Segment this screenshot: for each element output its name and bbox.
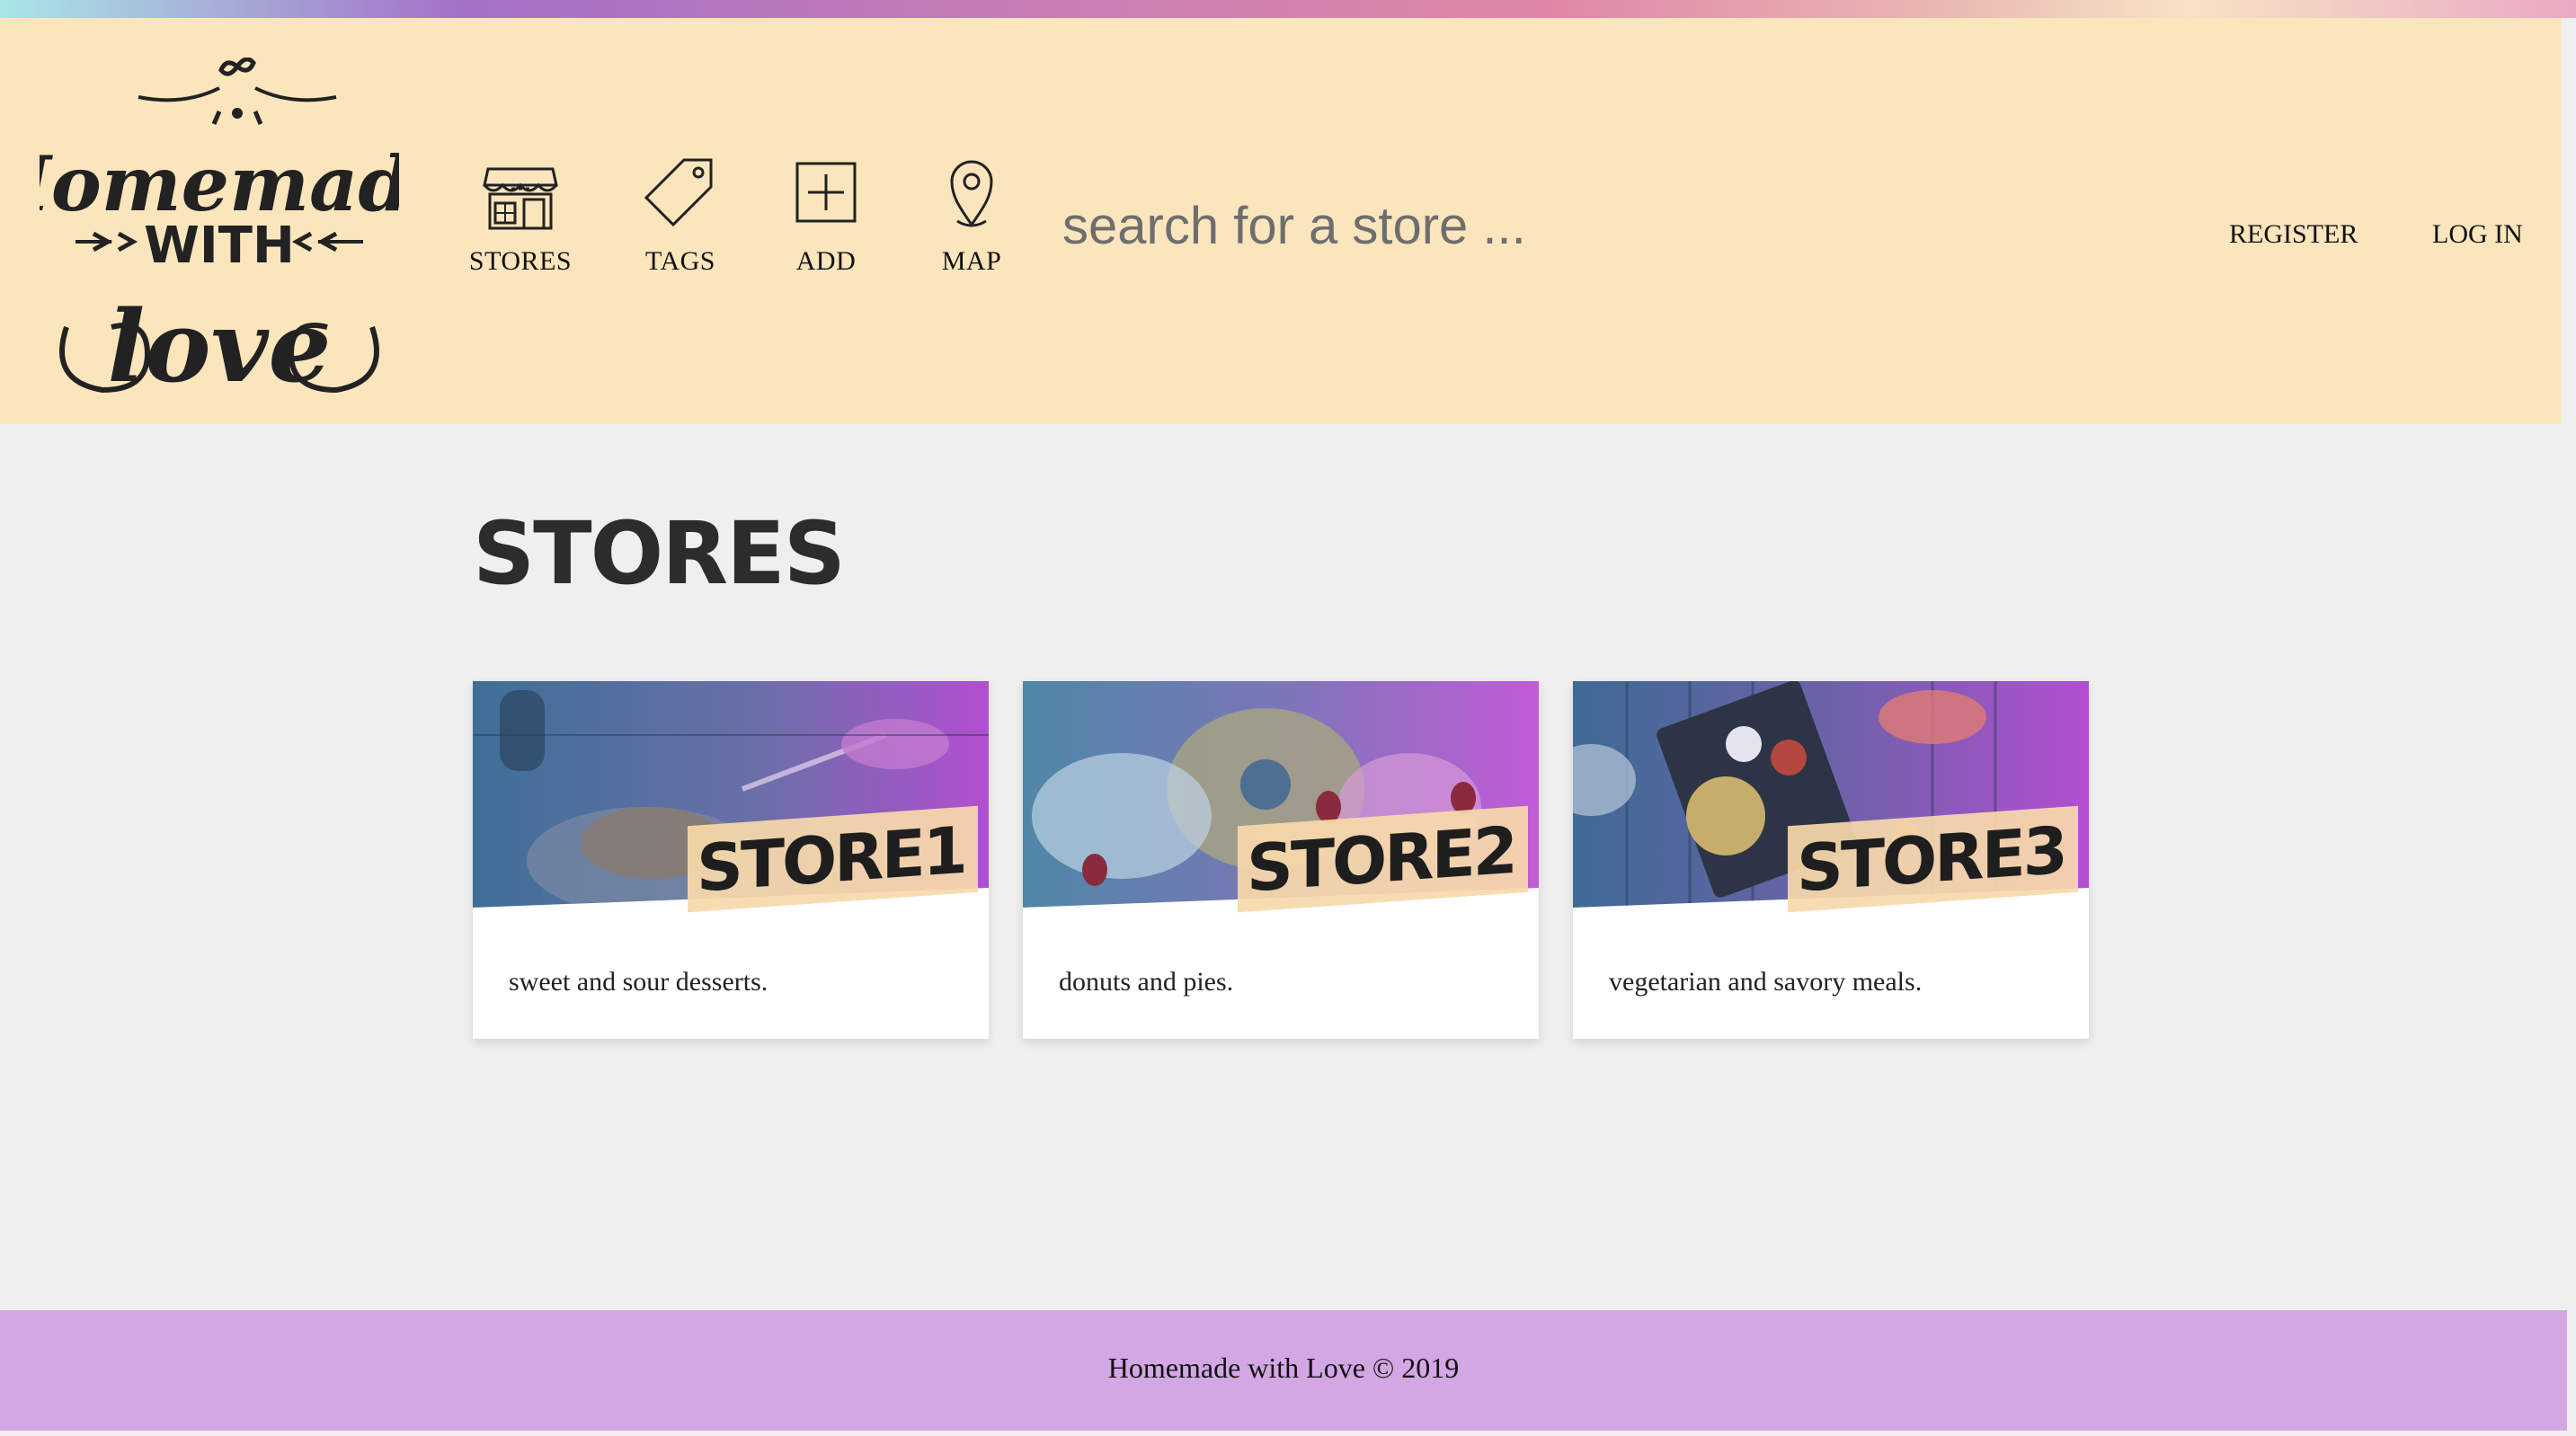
store-card-1[interactable]: STORE1 sweet and sour desserts. — [473, 681, 989, 1039]
nav-stores[interactable]: STORES — [453, 153, 588, 277]
search-input[interactable] — [1061, 189, 1873, 262]
page-title: STORES — [473, 503, 846, 604]
login-link[interactable]: LOG IN — [2432, 219, 2523, 250]
top-gradient-stripe — [0, 0, 2576, 18]
logo-text-love: love — [107, 288, 331, 399]
nav-add-label: ADD — [795, 246, 857, 276]
nav-tags[interactable]: TAGS — [613, 153, 748, 277]
nav-tags-label: TAGS — [645, 246, 715, 276]
logo-text-with: WITH — [144, 217, 295, 275]
store-card-description: donuts and pies. — [1059, 967, 1234, 997]
map-pin-icon — [904, 153, 1039, 239]
store-card-2[interactable]: STORE2 donuts and pies. — [1023, 681, 1539, 1039]
site-header: Homemade WITH love STORES — [0, 18, 2562, 424]
tag-icon — [613, 153, 748, 239]
store-card-description: vegetarian and savory meals. — [1609, 967, 1923, 997]
store-card-description: sweet and sour desserts. — [509, 967, 768, 997]
footer-copyright: Homemade with Love © 2019 — [1107, 1352, 1460, 1384]
nav-add[interactable]: ADD — [759, 153, 893, 277]
nav-stores-label: STORES — [468, 246, 573, 276]
homemade-with-love-logo[interactable]: Homemade WITH love — [0, 57, 459, 404]
register-link[interactable]: REGISTER — [2229, 219, 2358, 250]
nav-map[interactable]: MAP — [904, 153, 1039, 277]
plus-square-icon — [759, 153, 893, 239]
store-card-3[interactable]: STORE3 vegetarian and savory meals. — [1573, 681, 2089, 1039]
logo-text-homemade: Homemade — [40, 139, 399, 228]
site-footer: Homemade with Love © 2019 — [0, 1310, 2567, 1431]
nav-map-label: MAP — [941, 246, 1002, 276]
storefront-icon — [453, 153, 588, 239]
